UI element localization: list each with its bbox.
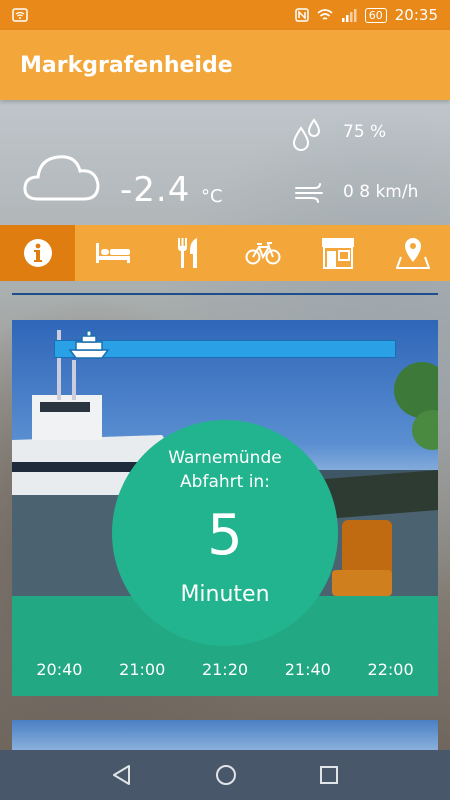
info-icon [23, 239, 52, 267]
cloud-icon [23, 155, 100, 201]
status-bar: 60 20:35 [0, 0, 450, 30]
wifi-notification-icon [12, 8, 28, 22]
tab-bike[interactable] [225, 225, 300, 281]
wind-icon [295, 183, 323, 203]
cutlery-icon [177, 238, 197, 268]
signal-icon [341, 8, 357, 22]
bicycle-icon [245, 242, 280, 265]
wind-value: 0 8 km/h [343, 182, 419, 202]
departure-time: 22:00 [367, 660, 414, 679]
humidity-value: 75 % [343, 122, 387, 142]
divider [12, 293, 438, 295]
temperature-value: -2.4 [120, 170, 191, 210]
category-tabs [0, 225, 450, 281]
home-icon[interactable] [215, 764, 237, 786]
wifi-icon [317, 8, 333, 20]
countdown-value: 5 [207, 503, 243, 568]
ferry-departure-card[interactable]: Warnemünde Abfahrt in: 5 Minuten 20:40 2… [12, 320, 438, 696]
humidity-icon [292, 118, 321, 151]
map-pin-icon [395, 238, 430, 269]
shop-icon [321, 238, 354, 269]
tab-accommodation[interactable] [75, 225, 150, 281]
page-title: Markgrafenheide [20, 52, 233, 78]
tab-info[interactable] [0, 225, 75, 281]
next-card-preview[interactable] [12, 720, 438, 750]
app-bar: Markgrafenheide [0, 30, 450, 100]
recents-icon[interactable] [319, 765, 339, 785]
nfc-icon [295, 8, 309, 22]
departure-time: 21:40 [284, 660, 331, 679]
system-nav-bar [0, 750, 450, 800]
departure-label: Abfahrt in: [180, 472, 270, 492]
tab-shop[interactable] [300, 225, 375, 281]
departure-time: 21:20 [201, 660, 249, 679]
departure-times: 20:40 21:00 21:20 21:40 22:00 [12, 660, 438, 679]
tab-map[interactable] [375, 225, 450, 281]
countdown-unit: Minuten [180, 582, 270, 607]
ferry-icon [68, 330, 110, 359]
departure-time: 20:40 [36, 660, 83, 679]
destination-label: Warnemünde [168, 448, 282, 468]
clock: 20:35 [394, 6, 438, 24]
temperature-unit: °C [201, 186, 223, 207]
battery-icon: 60 [364, 7, 387, 23]
bed-icon [95, 243, 130, 263]
tab-food[interactable] [150, 225, 225, 281]
back-icon[interactable] [111, 764, 133, 786]
countdown-circle: Warnemünde Abfahrt in: 5 Minuten [112, 420, 338, 646]
departure-time: 21:00 [119, 660, 166, 679]
